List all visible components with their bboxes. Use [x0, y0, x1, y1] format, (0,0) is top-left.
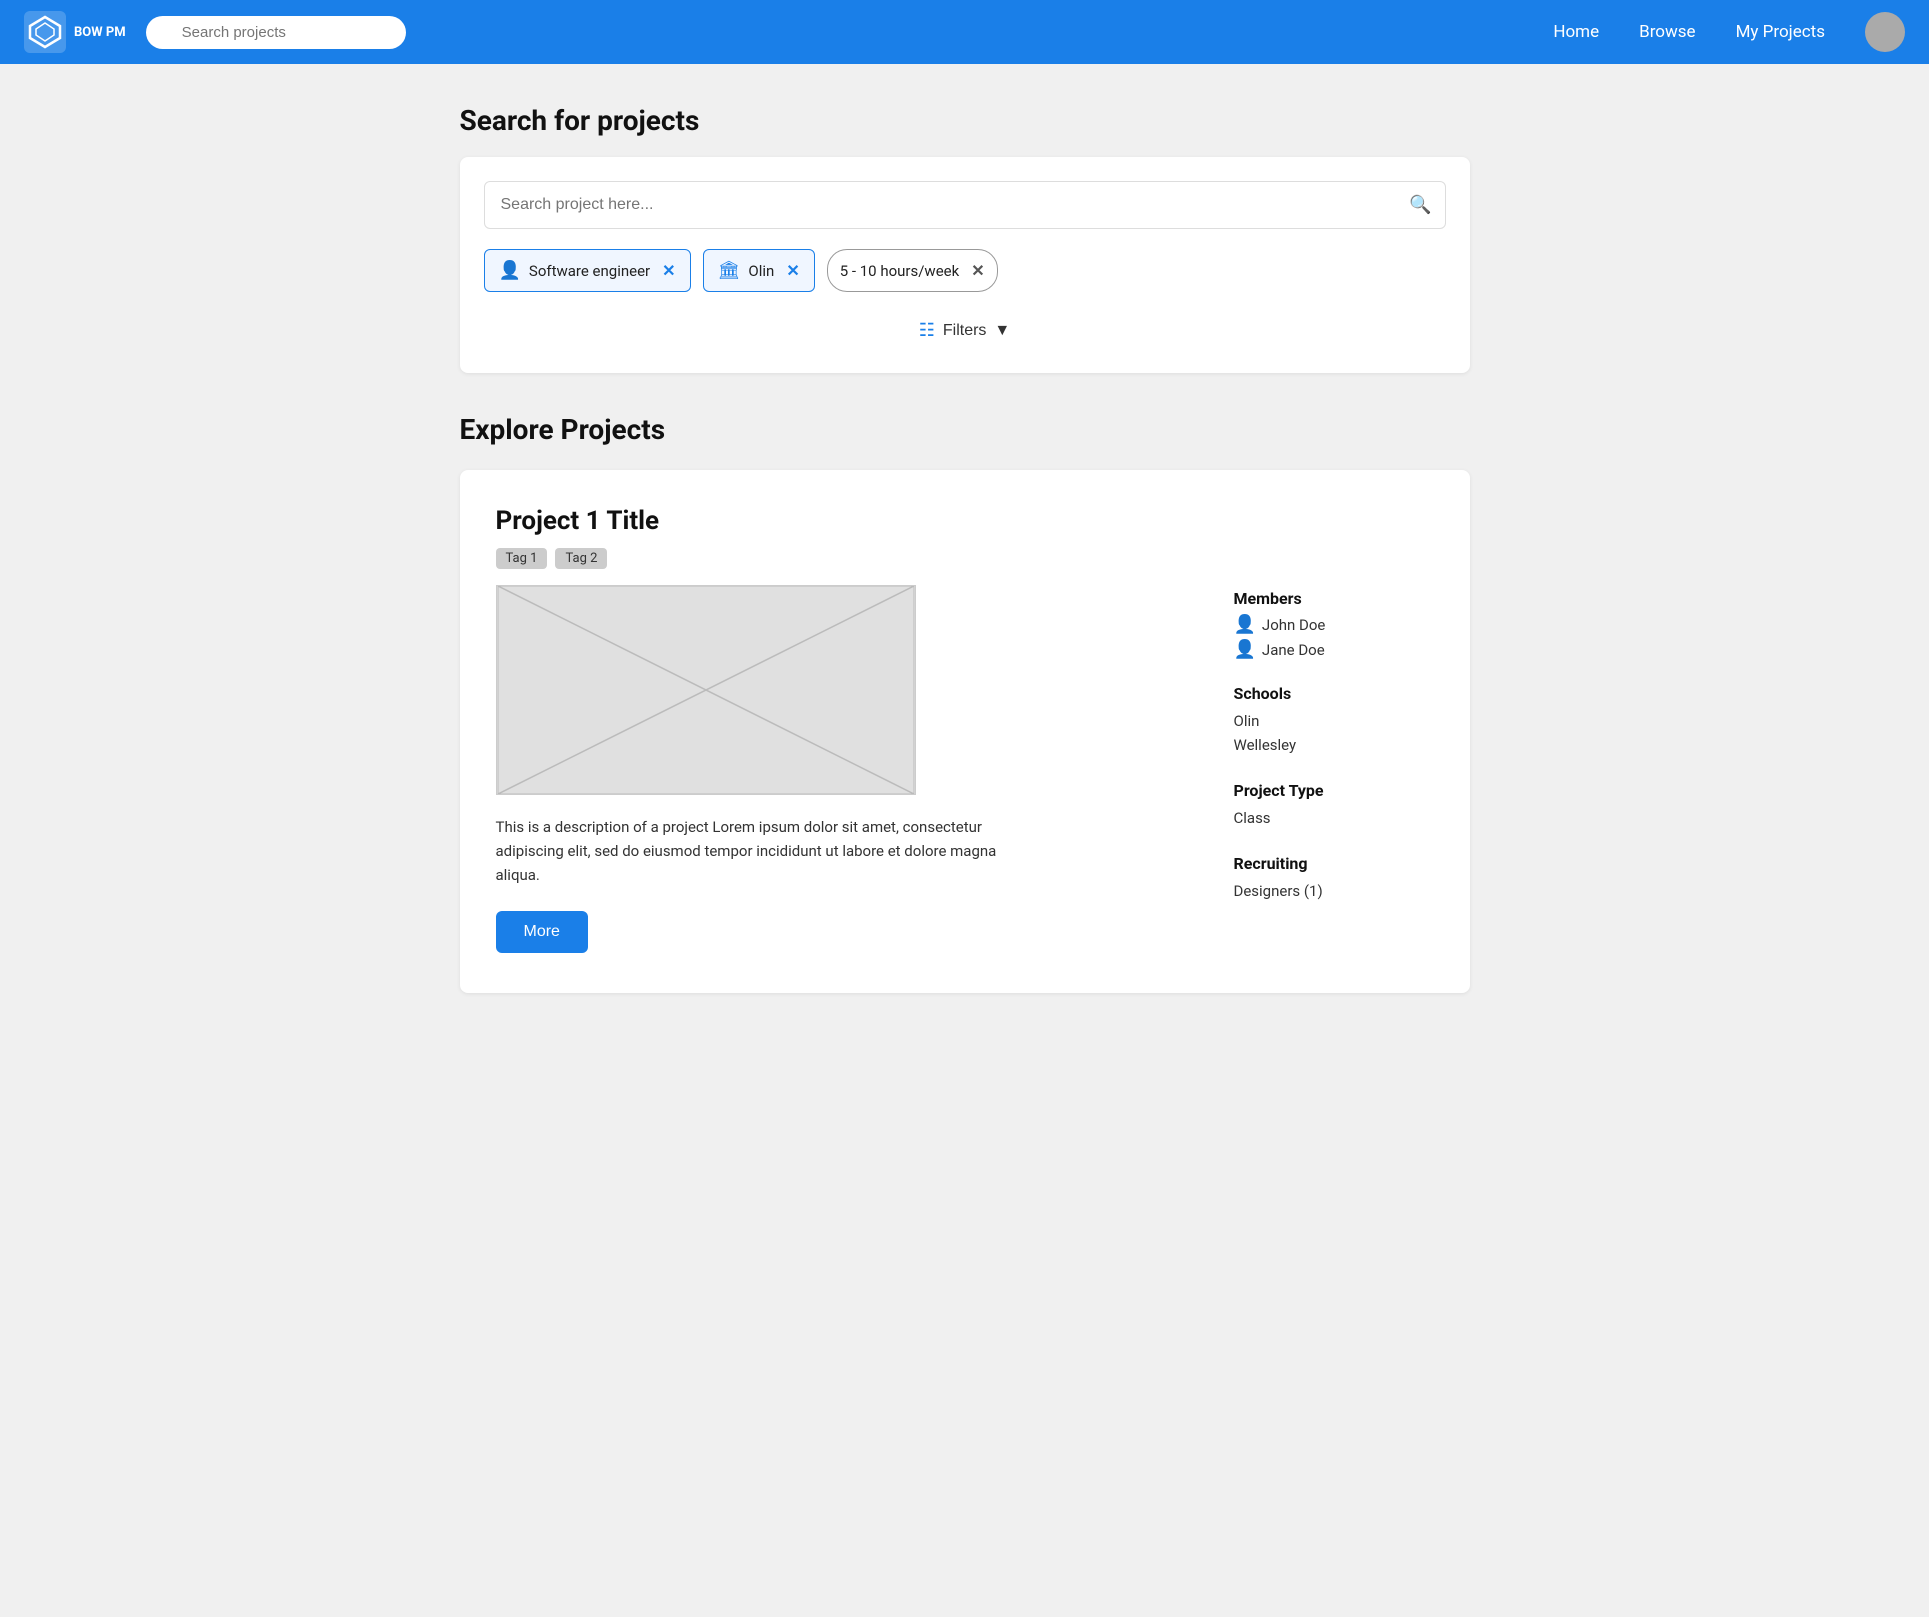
logo-text: BOW PM [74, 25, 126, 40]
filter-role-label: Software engineer [529, 262, 650, 280]
project-type-heading: Project Type [1234, 781, 1434, 800]
logo[interactable]: BOW PM [24, 11, 126, 53]
members-section: Members 👤 John Doe 👤 Jane Doe [1234, 589, 1434, 660]
search-card: 🔍 👤 Software engineer ✕ 🏛 Olin ✕ 5 - 10 … [460, 157, 1470, 373]
project-description: This is a description of a project Lorem… [496, 815, 1016, 887]
schools-section: Schools Olin Wellesley [1234, 684, 1434, 757]
search-section-title: Search for projects [460, 104, 1470, 137]
project-right: Members 👤 John Doe 👤 Jane Doe Schools Ol… [1234, 585, 1434, 953]
more-button[interactable]: More [496, 911, 588, 953]
filter-tag-school[interactable]: 🏛 Olin ✕ [703, 249, 815, 292]
filters-button-label: Filters [943, 322, 987, 340]
project-image [496, 585, 916, 795]
recruiting-heading: Recruiting [1234, 854, 1434, 873]
recruiting-value: Designers (1) [1234, 879, 1434, 903]
filters-button[interactable]: ☷ Filters ▼ [903, 312, 1027, 349]
search-icon: 🔍 [1409, 195, 1431, 216]
project-card: Project 1 Title Tag 1 Tag 2 This is a de… [460, 470, 1470, 993]
project-body: This is a description of a project Lorem… [496, 585, 1434, 953]
nav-search-container: 🔍 [146, 16, 406, 49]
filters-dropdown-icon: ▼ [994, 322, 1010, 340]
filter-school-label: Olin [748, 262, 774, 280]
school-1: Olin [1234, 709, 1434, 733]
school-2: Wellesley [1234, 733, 1434, 757]
filters-icon: ☷ [919, 320, 935, 341]
member-2: 👤 Jane Doe [1234, 639, 1434, 660]
filter-tags: 👤 Software engineer ✕ 🏛 Olin ✕ 5 - 10 ho… [484, 249, 1446, 292]
filter-tag-role[interactable]: 👤 Software engineer ✕ [484, 249, 691, 292]
project-tag-2: Tag 2 [555, 548, 607, 569]
filter-hours-close[interactable]: ✕ [971, 261, 984, 280]
member-2-name: Jane Doe [1262, 641, 1325, 659]
project-type-section: Project Type Class [1234, 781, 1434, 830]
avatar[interactable] [1865, 12, 1905, 52]
nav-my-projects[interactable]: My Projects [1736, 22, 1825, 42]
nav-search-input[interactable] [146, 16, 406, 49]
nav-home[interactable]: Home [1553, 22, 1599, 42]
filter-hours-label: 5 - 10 hours/week [840, 262, 959, 280]
member-1-name: John Doe [1262, 616, 1325, 634]
member-1: 👤 John Doe [1234, 614, 1434, 635]
recruiting-section: Recruiting Designers (1) [1234, 854, 1434, 903]
main-content: Search for projects 🔍 👤 Software enginee… [440, 64, 1490, 1033]
members-heading: Members [1234, 589, 1434, 608]
filter-school-close[interactable]: ✕ [786, 261, 799, 280]
nav-links: Home Browse My Projects [1553, 12, 1905, 52]
project-left: This is a description of a project Lorem… [496, 585, 1194, 953]
person-icon: 👤 [499, 260, 521, 281]
member-icon-1: 👤 [1234, 614, 1256, 635]
filters-btn-row: ☷ Filters ▼ [484, 312, 1446, 349]
search-input-wrapper: 🔍 [484, 181, 1446, 229]
project-tags: Tag 1 Tag 2 [496, 548, 1434, 569]
project-tag-1: Tag 1 [496, 548, 548, 569]
filter-role-close[interactable]: ✕ [662, 261, 675, 280]
building-icon: 🏛 [718, 260, 741, 281]
filter-tag-hours[interactable]: 5 - 10 hours/week ✕ [827, 249, 998, 292]
nav-browse[interactable]: Browse [1639, 22, 1695, 42]
project-type-value: Class [1234, 806, 1434, 830]
navbar: BOW PM 🔍 Home Browse My Projects [0, 0, 1929, 64]
schools-heading: Schools [1234, 684, 1434, 703]
project-search-input[interactable] [484, 181, 1446, 229]
member-icon-2: 👤 [1234, 639, 1256, 660]
explore-title: Explore Projects [460, 413, 1470, 446]
project-title: Project 1 Title [496, 506, 1434, 536]
